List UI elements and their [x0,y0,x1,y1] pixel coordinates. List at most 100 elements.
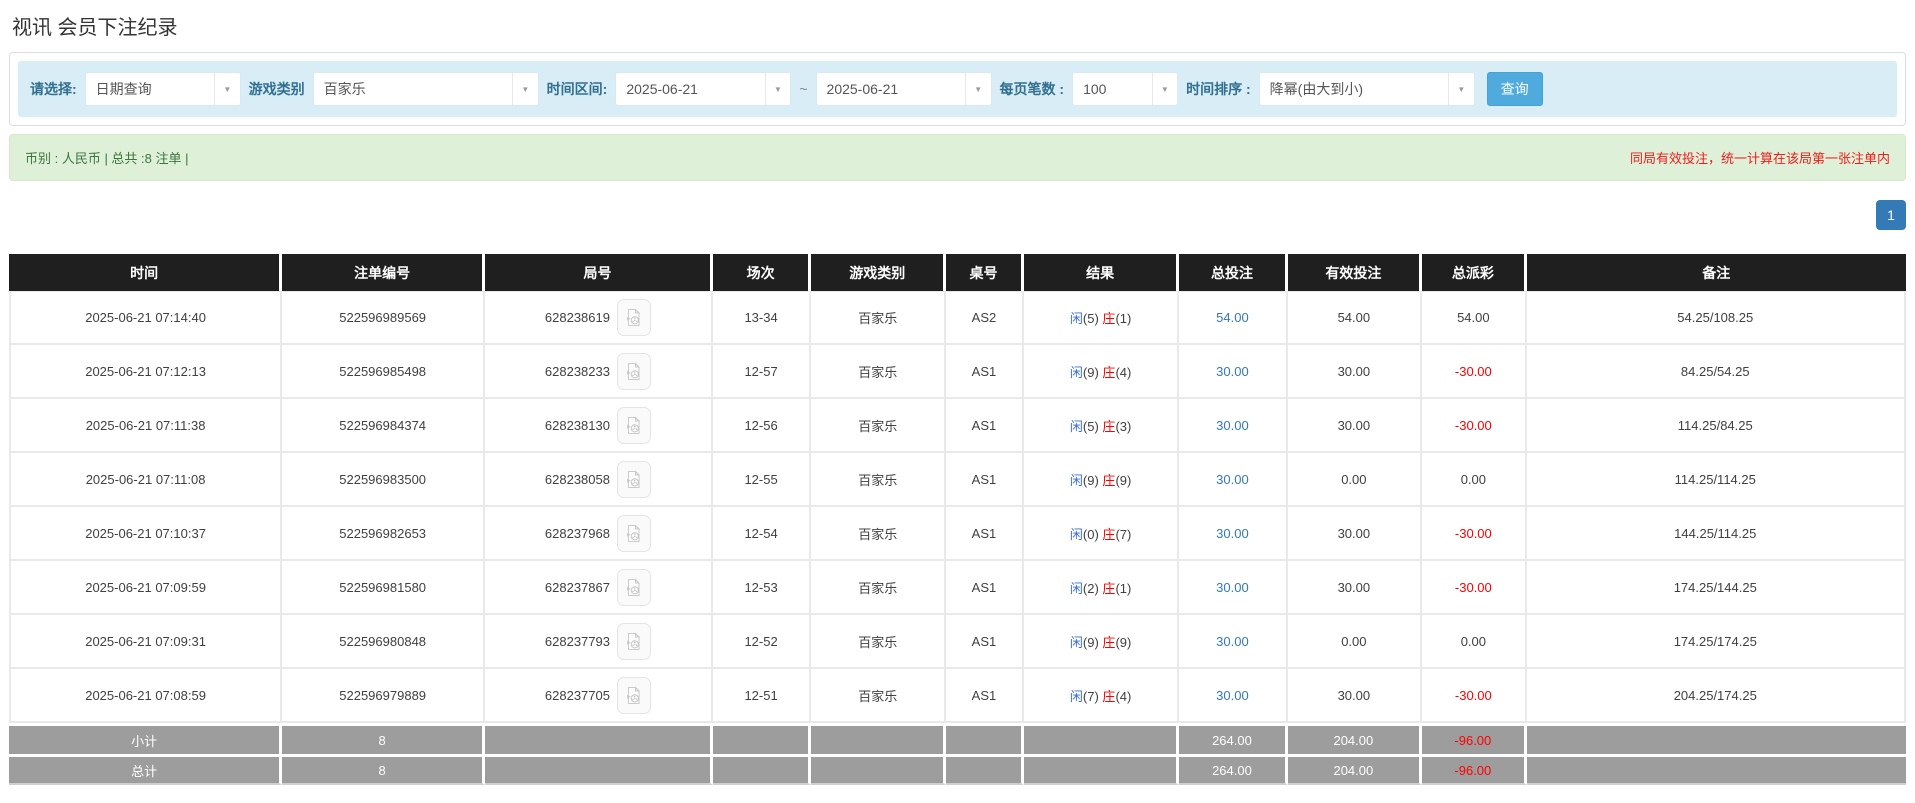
cell-remark: 174.25/144.25 [1527,561,1906,615]
result-banker-score: (4) [1115,689,1131,704]
cell-bet-number: 522596989569 [282,291,485,345]
cell-bet-number: 522596983500 [282,453,485,507]
cell-time: 2025-06-21 07:09:31 [9,615,282,669]
column-header-time: 时间 [9,254,282,291]
currency-total-text: 币别 : 人民币 | 总共 :8 注单 | [25,148,189,167]
round-number-text: 628237867 [545,580,610,595]
table-header-row: 时间 注单编号 局号 场次 游戏类别 桌号 结果 总投注 有效投注 总派彩 备注 [9,254,1906,291]
result-player-label: 闲 [1070,311,1083,326]
cell-valid-bet: 30.00 [1288,399,1423,453]
total-bet-link[interactable]: 30.00 [1216,688,1249,703]
round-number-text: 628238058 [545,472,610,487]
cell-total-payout: 0.00 [1422,615,1526,669]
video-record-button[interactable] [617,461,651,498]
date-to-select[interactable]: 2025-06-21 ▼ [816,72,992,106]
cell-time: 2025-06-21 07:11:38 [9,399,282,453]
cell-table-number: AS1 [946,561,1024,615]
cell-result: 闲(9) 庄(9) [1024,615,1180,669]
cell-bet-number: 522596980848 [282,615,485,669]
result-banker-score: (1) [1115,581,1131,596]
chevron-down-icon[interactable]: ▼ [765,73,791,105]
video-record-button[interactable] [617,407,651,444]
video-record-button[interactable] [617,569,651,606]
result-banker-score: (3) [1115,419,1131,434]
game-type-select[interactable]: 百家乐 ▼ [313,72,539,106]
cell-remark: 114.25/114.25 [1527,453,1906,507]
total-bet-link[interactable]: 30.00 [1216,364,1249,379]
date-from-select[interactable]: 2025-06-21 ▼ [615,72,791,106]
cell-round-number: 628238619 [485,291,713,345]
chevron-down-icon[interactable]: ▼ [214,73,240,105]
cell-valid-bet: 54.00 [1288,291,1423,345]
total-bet-link[interactable]: 30.00 [1216,526,1249,541]
cell-remark: 114.25/84.25 [1527,399,1906,453]
chevron-down-icon[interactable]: ▼ [1152,73,1177,105]
date-from-value: 2025-06-21 [616,73,764,105]
total-bet-link[interactable]: 30.00 [1216,472,1249,487]
summary-empty-cell [1024,723,1180,754]
video-record-button[interactable] [617,299,651,336]
summary-row: 总计 8 264.00 204.00 -96.00 [9,754,1906,785]
cell-game-type: 百家乐 [811,399,946,453]
column-header-remark: 备注 [1527,254,1906,291]
chevron-down-icon[interactable]: ▼ [512,73,538,105]
result-banker-score: (4) [1115,365,1131,380]
result-player-label: 闲 [1070,473,1083,488]
result-player-score: (5) [1083,311,1099,326]
cell-total-payout: 0.00 [1422,453,1526,507]
total-bet-link[interactable]: 54.00 [1216,310,1249,325]
video-record-button[interactable] [617,353,651,390]
column-header-bet-number: 注单编号 [282,254,485,291]
total-bet-link[interactable]: 30.00 [1216,580,1249,595]
pagination-page-1[interactable]: 1 [1876,200,1906,230]
table-row: 2025-06-21 07:08:59 522596979889 6282377… [9,669,1906,723]
date-to-value: 2025-06-21 [817,73,965,105]
video-record-button[interactable] [617,623,651,660]
result-player-score: (9) [1083,635,1099,650]
summary-empty-cell [485,754,713,785]
result-banker-score: (9) [1115,473,1131,488]
table-row: 2025-06-21 07:11:38 522596984374 6282381… [9,399,1906,453]
summary-total-bet: 264.00 [1179,754,1287,785]
cell-time: 2025-06-21 07:12:13 [9,345,282,399]
page-title: 视讯 会员下注纪录 [12,11,1906,40]
result-player-label: 闲 [1070,365,1083,380]
result-player-label: 闲 [1070,419,1083,434]
table-row: 2025-06-21 07:10:37 522596982653 6282379… [9,507,1906,561]
result-banker-label: 庄 [1102,635,1115,650]
query-type-value: 日期查询 [86,73,214,105]
summary-valid-bet: 204.00 [1288,723,1423,754]
filter-bar: 请选择: 日期查询 ▼ 游戏类别 百家乐 ▼ 时间区间: 2025-06-21 … [18,61,1897,117]
total-bet-link[interactable]: 30.00 [1216,634,1249,649]
cell-remark: 144.25/114.25 [1527,507,1906,561]
chevron-down-icon[interactable]: ▼ [965,73,991,105]
column-header-result: 结果 [1024,254,1180,291]
cell-result: 闲(9) 庄(4) [1024,345,1180,399]
video-record-button[interactable] [617,515,651,552]
bet-records-table: 时间 注单编号 局号 场次 游戏类别 桌号 结果 总投注 有效投注 总派彩 备注… [9,254,1906,785]
cell-session: 12-52 [713,615,812,669]
result-player-score: (5) [1083,419,1099,434]
per-page-value: 100 [1073,73,1152,105]
round-number-text: 628237705 [545,688,610,703]
search-button[interactable]: 查询 [1487,72,1543,106]
per-page-select[interactable]: 100 ▼ [1072,72,1178,106]
cell-result: 闲(5) 庄(3) [1024,399,1180,453]
query-type-select[interactable]: 日期查询 ▼ [85,72,241,106]
cell-time: 2025-06-21 07:11:08 [9,453,282,507]
cell-total-bet: 30.00 [1179,561,1287,615]
video-record-button[interactable] [617,677,651,714]
result-banker-label: 庄 [1102,689,1115,704]
summary-empty-cell [1024,754,1180,785]
cell-session: 12-53 [713,561,812,615]
result-banker-label: 庄 [1102,311,1115,326]
chevron-down-icon[interactable]: ▼ [1448,73,1474,105]
game-type-value: 百家乐 [314,73,512,105]
total-bet-link[interactable]: 30.00 [1216,418,1249,433]
sort-order-select[interactable]: 降幂(由大到小) ▼ [1259,72,1475,106]
cell-session: 12-57 [713,345,812,399]
column-header-game-type: 游戏类别 [811,254,946,291]
cell-remark: 204.25/174.25 [1527,669,1906,723]
cell-valid-bet: 30.00 [1288,561,1423,615]
table-row: 2025-06-21 07:09:59 522596981580 6282378… [9,561,1906,615]
